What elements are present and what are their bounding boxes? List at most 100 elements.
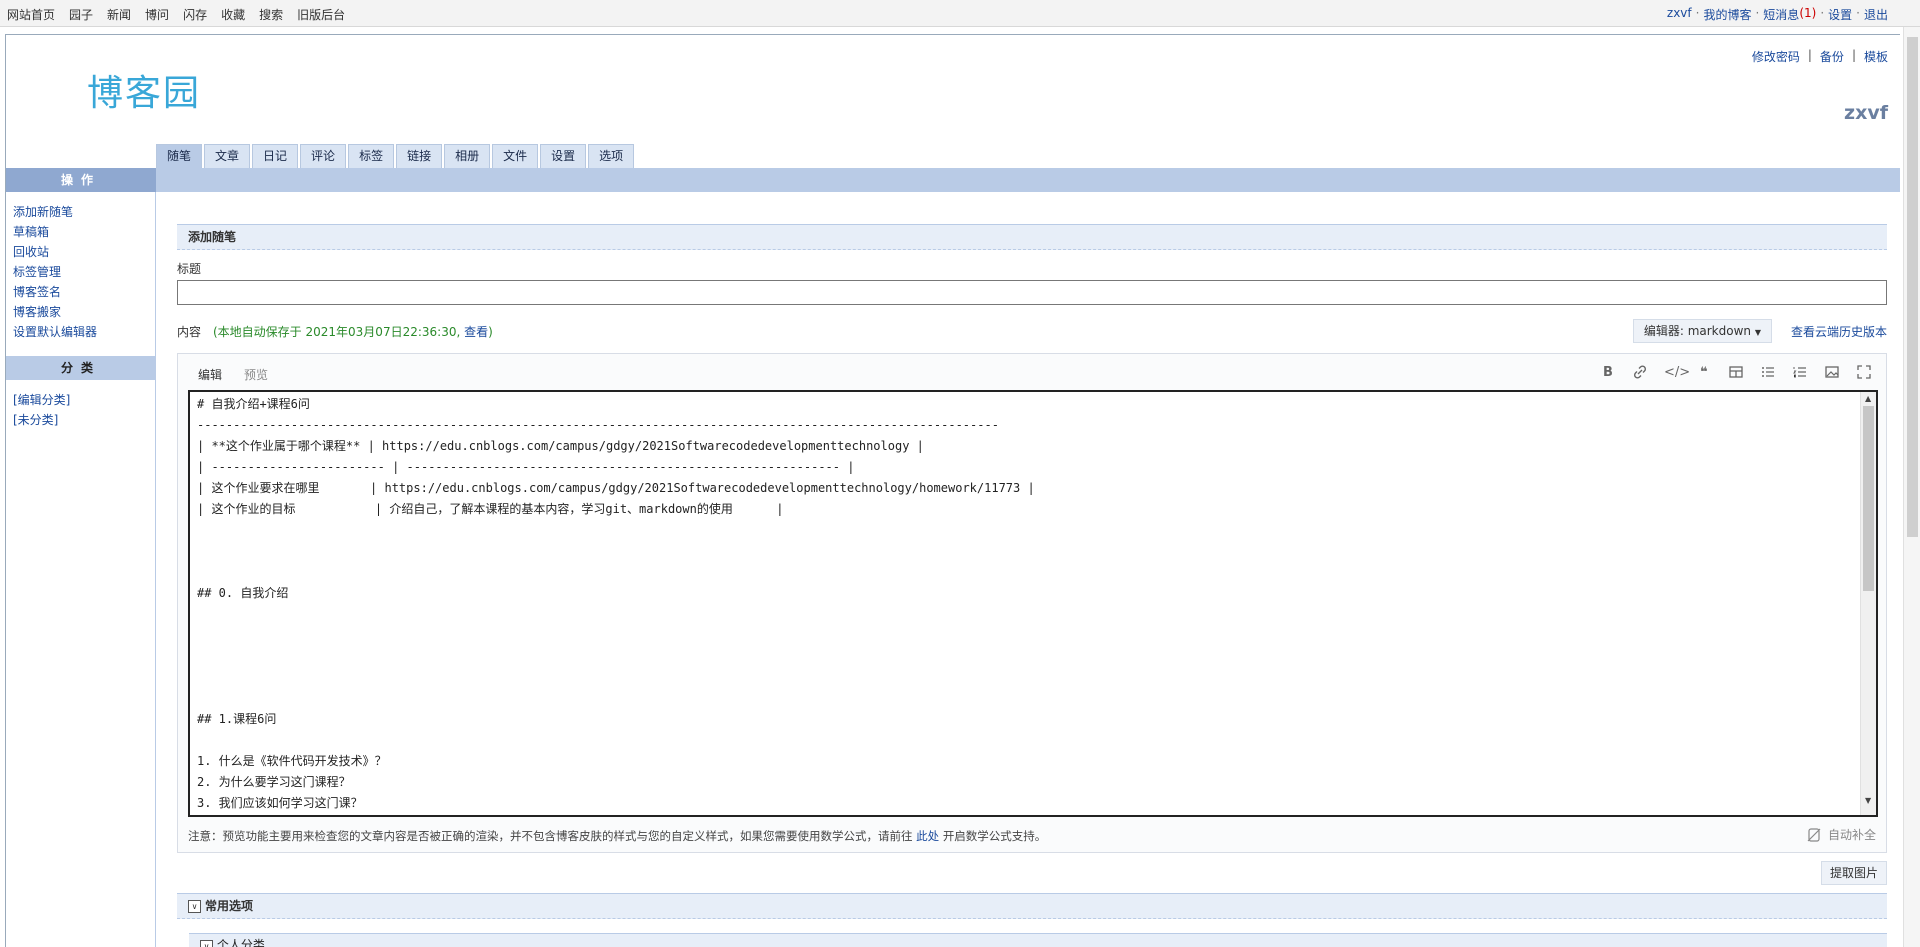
editor-mode-tabs: 编辑 预览 — [198, 366, 268, 383]
tab-albums[interactable]: 相册 — [444, 144, 491, 168]
content-label: 内容 — [177, 325, 202, 339]
site-link-old-admin[interactable]: 旧版后台 — [297, 6, 345, 23]
user-link-messages[interactable]: 短消息 — [1763, 6, 1799, 23]
user-link-logout[interactable]: 退出 — [1864, 6, 1888, 23]
tab-posts[interactable]: 随笔 — [156, 144, 203, 168]
window-scrollbar[interactable] — [1903, 27, 1920, 947]
site-link-favorites[interactable]: 收藏 — [221, 6, 245, 23]
sidebar-item-blog-signature[interactable]: 博客签名 — [13, 282, 155, 302]
markdown-textarea[interactable]: # 自我介绍+课程6问 ----------------------------… — [188, 390, 1878, 817]
main-tabs: 随笔 文章 日记 评论 标签 链接 相册 文件 设置 选项 — [156, 144, 635, 168]
tab-links[interactable]: 链接 — [396, 144, 443, 168]
sidebar: 操作 添加新随笔 草稿箱 回收站 标签管理 博客签名 博客搬家 设置默认编辑器 … — [6, 168, 156, 947]
autosave-end: ) — [488, 325, 493, 339]
tab-preview[interactable]: 预览 — [244, 366, 268, 383]
sidebar-ops-list: 添加新随笔 草稿箱 回收站 标签管理 博客签名 博客搬家 设置默认编辑器 — [6, 192, 155, 352]
common-options-header[interactable]: ∨ 常用选项 — [177, 893, 1887, 919]
site-link-search[interactable]: 搜索 — [259, 6, 283, 23]
fetch-images-button[interactable]: 提取图片 — [1820, 861, 1887, 885]
separator: | — [1851, 48, 1856, 62]
sidebar-item-blog-migration[interactable]: 博客搬家 — [13, 302, 155, 322]
autosave-view-link[interactable]: 查看 — [464, 325, 488, 339]
bold-icon[interactable]: B — [1600, 365, 1616, 381]
editor-scrollbar[interactable]: ▲ ▼ — [1860, 392, 1876, 815]
sidebar-item-add-post[interactable]: 添加新随笔 — [13, 202, 155, 222]
tab-tags[interactable]: 标签 — [348, 144, 395, 168]
image-icon[interactable] — [1824, 365, 1840, 381]
expand-icon[interactable]: ∨ — [200, 940, 213, 947]
link-icon[interactable] — [1632, 365, 1648, 381]
cloud-history-link[interactable]: 查看云端历史版本 — [1791, 323, 1887, 340]
sidebar-item-default-editor[interactable]: 设置默认编辑器 — [13, 322, 155, 342]
caret-down-icon: ▼ — [1754, 328, 1761, 337]
site-link-qa[interactable]: 博问 — [145, 6, 169, 23]
tab-files[interactable]: 文件 — [492, 144, 539, 168]
tab-edit[interactable]: 编辑 — [198, 366, 222, 383]
autosave-status: (本地自动保存于 2021年03月07日22:36:30, 查看) — [213, 323, 493, 340]
site-links: 网站首页 园子 新闻 博问 闪存 收藏 搜索 旧版后台 — [7, 6, 345, 23]
separator: | — [1807, 48, 1812, 62]
sidebar-categories-title: 分类 — [6, 356, 156, 380]
autocomplete-toggle[interactable]: 自动补全 — [1806, 826, 1876, 843]
site-link-flash[interactable]: 闪存 — [183, 6, 207, 23]
markdown-content: # 自我介绍+课程6问 ----------------------------… — [197, 397, 1035, 810]
title-input[interactable] — [177, 280, 1887, 305]
unread-count-badge[interactable]: (1) — [1799, 6, 1816, 23]
note-text: 注意：预览功能主要用来检查您的文章内容是否被正确的渲染，并不包含博客皮肤的样式与… — [188, 829, 913, 843]
header-links: 修改密码 | 备份 | 模板 — [1752, 48, 1888, 65]
site-logo[interactable]: 博客园 — [87, 64, 201, 116]
tab-bar-strip — [156, 168, 1900, 192]
collapse-icon[interactable]: ∨ — [188, 899, 201, 913]
code-icon[interactable]: </> — [1664, 365, 1690, 381]
autocomplete-label: 自动补全 — [1827, 828, 1876, 842]
separator: · — [1695, 6, 1700, 20]
tab-comments[interactable]: 评论 — [300, 144, 347, 168]
sidebar-item-edit-categories[interactable]: [编辑分类] — [13, 390, 155, 410]
personal-category-header[interactable]: ∨ 个人分类 — [189, 933, 1887, 947]
top-navigation-bar: 网站首页 园子 新闻 博问 闪存 收藏 搜索 旧版后台 zxvf · 我的博客 … — [0, 0, 1920, 27]
bulleted-list-icon[interactable] — [1760, 365, 1776, 381]
common-options-title: 常用选项 — [205, 899, 254, 913]
editor-type-label: 编辑器: markdown — [1643, 324, 1752, 338]
preview-note: 注意：预览功能主要用来检查您的文章内容是否被正确的渲染，并不包含博客皮肤的样式与… — [188, 828, 1046, 844]
tab-settings[interactable]: 设置 — [540, 144, 587, 168]
tab-diary[interactable]: 日记 — [252, 144, 299, 168]
markdown-editor: 编辑 预览 B </> ❝ # 自我介绍+课程6问 --------------… — [177, 353, 1887, 853]
backup-link[interactable]: 备份 — [1820, 48, 1844, 65]
site-link-news[interactable]: 新闻 — [107, 6, 131, 23]
change-password-link[interactable]: 修改密码 — [1752, 48, 1800, 65]
user-link-settings[interactable]: 设置 — [1828, 6, 1852, 23]
user-links: zxvf · 我的博客 · 短消息 (1) · 设置 · 退出 — [1667, 6, 1888, 23]
template-link[interactable]: 模板 — [1864, 48, 1888, 65]
sidebar-item-tag-management[interactable]: 标签管理 — [13, 262, 155, 282]
math-support-link[interactable]: 此处 — [916, 829, 939, 843]
separator: · — [1856, 6, 1860, 20]
scroll-up-arrow-icon[interactable]: ▲ — [1865, 394, 1871, 403]
content-header-row: 内容 (本地自动保存于 2021年03月07日22:36:30, 查看) 编辑器… — [177, 319, 1887, 343]
tab-options[interactable]: 选项 — [588, 144, 635, 168]
editor-toolbar: B </> ❝ — [1600, 365, 1872, 381]
scroll-down-arrow-icon[interactable]: ▼ — [1865, 796, 1871, 805]
tab-articles[interactable]: 文章 — [204, 144, 251, 168]
sidebar-item-recycle-bin[interactable]: 回收站 — [13, 242, 155, 262]
window-scroll-thumb[interactable] — [1907, 37, 1918, 537]
editor-type-dropdown[interactable]: 编辑器: markdown ▼ — [1632, 319, 1772, 343]
note-end: 开启数学公式支持。 — [942, 829, 1047, 843]
user-link-name[interactable]: zxvf — [1667, 6, 1692, 23]
sidebar-ops-title: 操作 — [6, 168, 156, 192]
blog-username: zxvf — [1844, 102, 1888, 124]
editor-scroll-thumb[interactable] — [1863, 406, 1874, 591]
user-link-my-blog[interactable]: 我的博客 — [1703, 6, 1751, 23]
quote-icon[interactable]: ❝ — [1696, 365, 1712, 381]
table-icon[interactable] — [1728, 365, 1744, 381]
sidebar-item-uncategorized[interactable]: [未分类] — [13, 410, 155, 430]
fullscreen-icon[interactable] — [1856, 365, 1872, 381]
main-content: 添加随笔 标题 内容 (本地自动保存于 2021年03月07日22:36:30,… — [177, 224, 1887, 947]
numbered-list-icon[interactable] — [1792, 365, 1808, 381]
site-link-groups[interactable]: 园子 — [69, 6, 93, 23]
autocomplete-off-icon — [1807, 827, 1821, 842]
site-link-home[interactable]: 网站首页 — [7, 6, 55, 23]
title-label: 标题 — [177, 262, 202, 276]
separator: · — [1820, 6, 1825, 20]
sidebar-item-drafts[interactable]: 草稿箱 — [13, 222, 155, 242]
